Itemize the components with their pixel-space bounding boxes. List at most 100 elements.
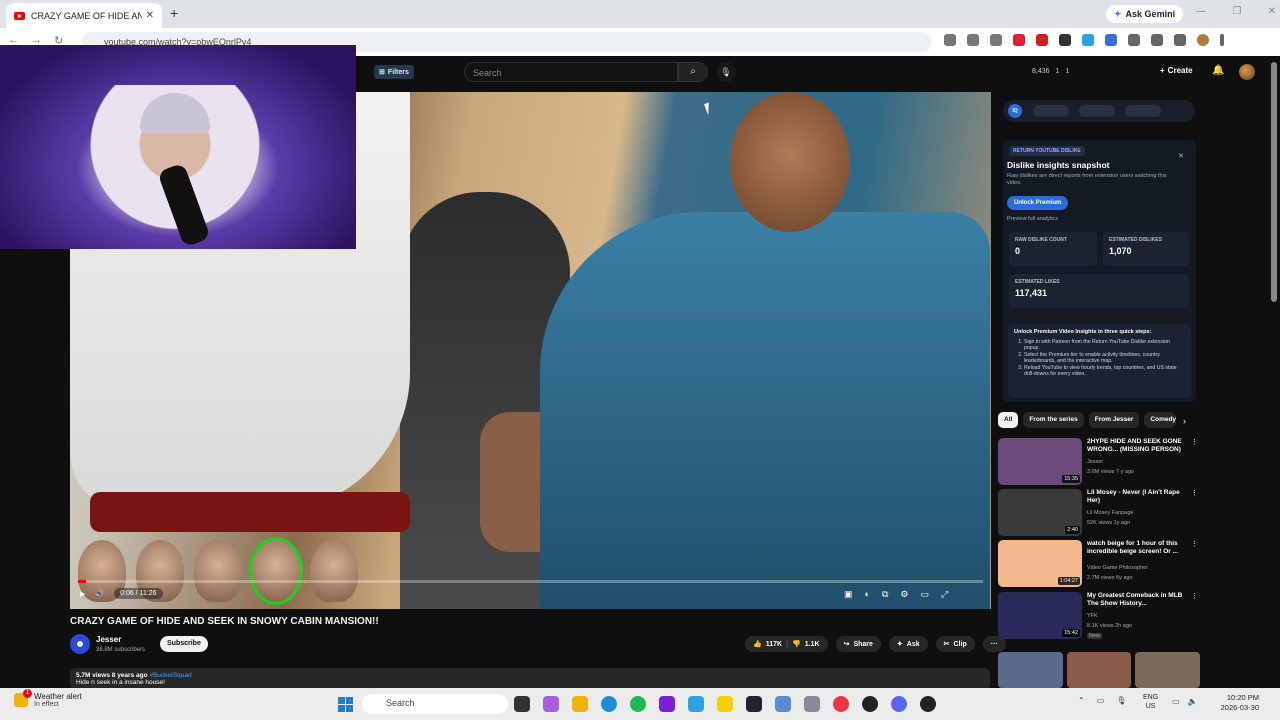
app-blue-icon[interactable] (775, 696, 791, 712)
ask-gemini-button[interactable]: ✦ Ask Gemini (1106, 5, 1184, 23)
taskbar-search[interactable]: Search (362, 694, 508, 714)
new-tab-button[interactable]: + (170, 5, 178, 21)
description-box[interactable]: 5.7M views 8 years ago #BucketSquad Hide… (70, 668, 990, 690)
tray-app-icon[interactable]: ▭ (1097, 696, 1105, 705)
create-button[interactable]: + Create (1160, 66, 1193, 75)
zoom-icon[interactable] (967, 34, 979, 46)
search-input[interactable]: Search (464, 62, 678, 82)
captions-icon[interactable]: ⧉ (882, 589, 888, 600)
settings-gear-icon[interactable]: ⚙ (900, 589, 908, 600)
account-avatar[interactable] (1239, 64, 1255, 80)
profile-icon[interactable] (1197, 34, 1209, 46)
filters-button[interactable]: ⊞ Filters (374, 65, 414, 79)
extension-block-icon[interactable] (1036, 34, 1048, 46)
tray-mic-icon[interactable]: 🎙 (1116, 696, 1126, 705)
recommendation-title[interactable]: Lil Mosey - Never (I Ain't Rape Her) (1087, 489, 1191, 505)
minimize-icon[interactable]: — (1196, 6, 1206, 17)
fullscreen-icon[interactable]: ⤢ (941, 589, 948, 600)
extension-dark-icon[interactable] (1059, 34, 1071, 46)
reading-list-icon[interactable] (1174, 34, 1186, 46)
recommendation-thumbnail[interactable] (1135, 652, 1201, 688)
channel-name[interactable]: Jesser (96, 635, 121, 644)
recommendation-item[interactable]: 2:40 Lil Mosey - Never (I Ain't Rape Her… (998, 489, 1200, 539)
volume-tray-icon[interactable]: 🔈 (1188, 697, 1198, 706)
recommendation-item[interactable]: 15:35 2HYPE HIDE AND SEEK GONE WRONG... … (998, 438, 1200, 488)
chevron-right-icon[interactable]: › (1183, 416, 1186, 426)
browser-tab[interactable]: CRAZY GAME OF HIDE AND SE ✕ (6, 3, 162, 28)
network-icon[interactable]: ▭ (1172, 697, 1180, 706)
channel-avatar[interactable] (70, 634, 90, 654)
spotify-icon[interactable] (630, 696, 646, 712)
copilot-icon[interactable] (543, 696, 559, 712)
recommendation-title[interactable]: My Greatest Comeback in MLB The Show His… (1087, 592, 1191, 608)
extension-chip-1[interactable] (1033, 105, 1069, 117)
dislike-count[interactable]: 1.1K (805, 641, 820, 648)
subscribe-button[interactable]: Subscribe (160, 636, 208, 652)
close-icon[interactable]: ✕ (1178, 152, 1184, 160)
video-progress-bar[interactable] (78, 580, 983, 583)
volume-icon[interactable]: 🔊 (95, 590, 104, 598)
chip-from-jesser[interactable]: From Jesser (1088, 412, 1140, 428)
telegram-icon[interactable] (688, 696, 704, 712)
more-options-icon[interactable]: ⋮ (1191, 592, 1198, 600)
recommendation-title[interactable]: 2HYPE HIDE AND SEEK GONE WRONG... (MISSI… (1087, 438, 1191, 454)
chip-all[interactable]: All (998, 412, 1019, 428)
chrome-icon[interactable] (833, 696, 849, 712)
autoplay-toggle-icon[interactable]: ◐ (865, 589, 870, 600)
extension-chip-3[interactable] (1125, 105, 1161, 117)
chip-from-series[interactable]: From the series (1023, 412, 1084, 428)
language-indicator[interactable]: ENG US (1143, 693, 1158, 711)
unlock-premium-button[interactable]: Unlock Premium (1007, 196, 1069, 210)
ask-button[interactable]: ✦ Ask (888, 636, 928, 652)
more-options-icon[interactable]: ⋮ (1191, 489, 1198, 497)
extension-chip-2[interactable] (1079, 105, 1115, 117)
video-controls-left: ▶ 🔊 0:06 / 11:26 (80, 588, 163, 599)
clock[interactable]: 10:20 PM 2026-03-30 (1207, 693, 1259, 713)
close-tab-icon[interactable]: ✕ (146, 10, 154, 21)
more-options-icon[interactable]: ⋮ (1191, 540, 1198, 548)
close-window-icon[interactable]: ✕ (1268, 6, 1276, 17)
search-icon[interactable]: ⌕ (678, 62, 708, 82)
app-yellow-icon[interactable] (717, 696, 733, 712)
app-next-icon[interactable] (659, 696, 675, 712)
like-count[interactable]: 117K (766, 641, 782, 648)
notifications-bell-icon[interactable]: 🔔 (1212, 65, 1224, 76)
file-explorer-icon[interactable] (572, 696, 588, 712)
miniplayer-icon[interactable]: ▭ (920, 589, 929, 600)
menu-kebab-icon[interactable] (1220, 34, 1224, 46)
edge-icon[interactable] (601, 696, 617, 712)
recommendation-thumbnail[interactable] (1066, 652, 1132, 688)
play-icon[interactable]: ▶ (80, 590, 85, 598)
recommendation-thumbnail[interactable] (998, 652, 1063, 688)
weather-widget[interactable]: Weather alert In effect (14, 689, 82, 708)
extension-red-icon[interactable] (1013, 34, 1025, 46)
recommendation-title[interactable]: watch beige for 1 hour of this incredibl… (1087, 540, 1191, 556)
tray-chevron-icon[interactable]: ⌃ (1078, 696, 1085, 705)
app-4k-icon[interactable] (862, 696, 878, 712)
recommendation-item[interactable]: 15:42 My Greatest Comeback in MLB The Sh… (998, 592, 1200, 642)
bookmark-star-icon[interactable] (990, 34, 1002, 46)
maximize-icon[interactable]: ❐ (1232, 6, 1241, 17)
microphone-icon[interactable]: 🎙 (716, 62, 736, 82)
hashtag-link[interactable]: #BucketSquad (149, 672, 191, 679)
start-windows-icon[interactable] (338, 697, 353, 712)
discord-icon[interactable] (891, 696, 907, 712)
extension-wave-icon[interactable] (1105, 34, 1117, 46)
recommendation-item[interactable]: 1:04:27 watch beige for 1 hour of this i… (998, 540, 1200, 590)
chip-comedy[interactable]: Comedy (1144, 412, 1177, 428)
install-icon[interactable] (944, 34, 956, 46)
extension-player-icon[interactable]: ▣ (844, 589, 853, 600)
share-button[interactable]: ↪ Share (835, 636, 881, 652)
settings-icon[interactable] (804, 696, 820, 712)
thumb-up-icon[interactable]: 👍 (753, 640, 762, 648)
sidepanel-icon[interactable] (1151, 34, 1163, 46)
more-options-icon[interactable]: ⋮ (1191, 438, 1198, 446)
extension-blue-icon[interactable] (1082, 34, 1094, 46)
task-view-icon[interactable] (514, 696, 530, 712)
thumb-down-icon[interactable]: 👎 (792, 640, 801, 648)
extensions-puzzle-icon[interactable] (1128, 34, 1140, 46)
page-scrollbar[interactable] (1271, 62, 1277, 302)
app-red-dot-icon[interactable] (920, 696, 936, 712)
app-dark-icon[interactable] (746, 696, 762, 712)
clip-button[interactable]: ✂ Clip (935, 636, 975, 652)
